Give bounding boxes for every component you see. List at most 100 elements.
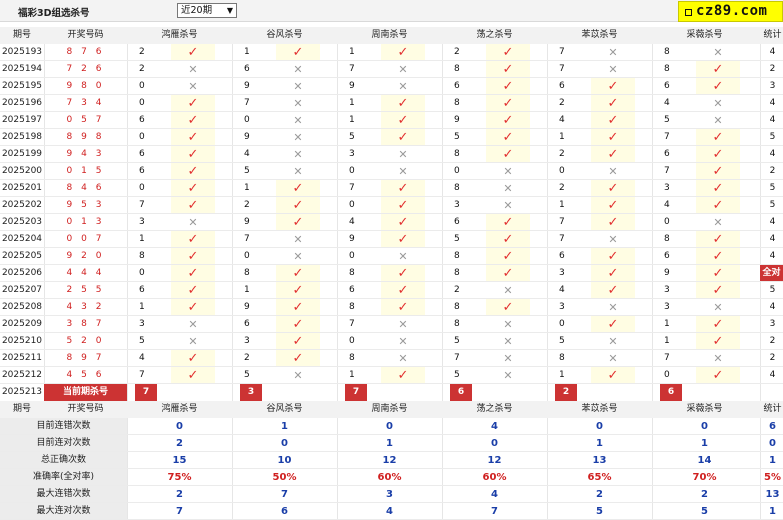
- cross-icon: ✕: [503, 199, 513, 212]
- table-row: 2025204 0 0 7 1 ✓ 7 ✕ 9 ✓ 5 ✓ 7 ✕ 8 ✓ 4: [0, 231, 783, 248]
- check-icon: ✓: [187, 198, 199, 213]
- check-icon: ✓: [607, 181, 619, 196]
- stats-value: 14: [697, 455, 712, 466]
- row-total: 5: [769, 132, 776, 142]
- table-row: 2025201 8 4 6 0 ✓ 1 ✓ 7 ✓ 8 ✕ 2 ✓ 3 ✓ 5: [0, 180, 783, 197]
- stats-total: 1: [769, 455, 776, 466]
- check-icon: ✓: [292, 283, 304, 298]
- check-icon: ✓: [607, 130, 619, 145]
- cross-icon: ✕: [293, 63, 303, 76]
- check-icon: ✓: [502, 300, 514, 315]
- stats-value: 12: [382, 455, 397, 466]
- period-select[interactable]: 近20期 ▼: [177, 3, 237, 18]
- table-row: 2025207 2 5 5 6 ✓ 1 ✓ 6 ✓ 2 ✕ 4 ✓ 3 ✓ 5: [0, 282, 783, 299]
- stats-value: 0: [701, 421, 708, 432]
- issue-number: 2025200: [1, 166, 43, 176]
- draw-number: 8 9 8: [66, 132, 105, 142]
- check-icon: ✓: [397, 368, 409, 383]
- current-period-row: 2025213 当前期杀号 7 3 7 6 2 6: [0, 384, 783, 401]
- draw-number: 8 9 7: [66, 353, 105, 363]
- check-icon: ✓: [292, 300, 304, 315]
- check-icon: ✓: [712, 164, 724, 179]
- table-row: 2025203 0 1 3 3 ✕ 9 ✓ 4 ✓ 6 ✓ 7 ✓ 0 ✕ 4: [0, 214, 783, 231]
- logo-square-icon: [685, 9, 692, 16]
- check-icon: ✓: [502, 62, 514, 77]
- stats-label: 最大连错次数: [0, 486, 127, 503]
- draw-number: 0 1 3: [66, 217, 105, 227]
- check-icon: ✓: [292, 198, 304, 213]
- stats-value: 0: [491, 438, 498, 449]
- cross-icon: ✕: [293, 97, 303, 110]
- draw-number: 5 2 0: [66, 336, 105, 346]
- check-icon: ✓: [502, 96, 514, 111]
- column-header-draw: 开奖号码: [67, 30, 104, 40]
- check-icon: ✓: [502, 232, 514, 247]
- table-row: 2025196 7 3 4 0 ✓ 7 ✕ 1 ✓ 8 ✓ 2 ✓ 4 ✕ 4: [0, 95, 783, 112]
- check-icon: ✓: [397, 232, 409, 247]
- cross-icon: ✕: [398, 63, 408, 76]
- site-logo[interactable]: cz89.com: [678, 1, 783, 22]
- column-header-method: 采薇杀号: [686, 404, 723, 414]
- issue-number: 2025203: [1, 217, 43, 227]
- draw-number: 9 8 0: [66, 81, 105, 91]
- stats-value: 60%: [377, 472, 402, 483]
- table-row: 2025199 9 4 3 6 ✓ 4 ✕ 3 ✕ 8 ✓ 2 ✓ 6 ✓ 4: [0, 146, 783, 163]
- issue-number: 2025196: [1, 98, 43, 108]
- check-icon: ✓: [292, 215, 304, 230]
- row-total: 4: [769, 370, 776, 380]
- column-header-total: 统计: [763, 404, 782, 414]
- stats-value: 4: [491, 489, 498, 500]
- check-icon: ✓: [397, 266, 409, 281]
- issue-number: 2025193: [1, 47, 43, 57]
- cross-icon: ✕: [608, 63, 618, 76]
- draw-number: 0 1 5: [66, 166, 105, 176]
- column-header-draw: 开奖号码: [67, 404, 104, 414]
- stats-value: 0: [281, 438, 288, 449]
- cross-icon: ✕: [503, 352, 513, 365]
- stats-value: 12: [487, 455, 502, 466]
- cross-icon: ✕: [188, 216, 198, 229]
- stats-value: 50%: [272, 472, 297, 483]
- check-icon: ✓: [712, 283, 724, 298]
- issue-number: 2025207: [1, 285, 43, 295]
- stats-value: 2: [176, 438, 183, 449]
- table-row: 2025200 0 1 5 6 ✓ 5 ✕ 0 ✕ 0 ✕ 0 ✕ 7 ✓ 2: [0, 163, 783, 180]
- column-header-method: 谷风杀号: [266, 404, 303, 414]
- issue-number: 2025195: [1, 81, 43, 91]
- cross-icon: ✕: [713, 114, 723, 127]
- check-icon: ✓: [187, 147, 199, 162]
- cross-icon: ✕: [188, 335, 198, 348]
- check-icon: ✓: [712, 62, 724, 77]
- cross-icon: ✕: [608, 352, 618, 365]
- check-icon: ✓: [292, 351, 304, 366]
- issue-number: 2025202: [1, 200, 43, 210]
- row-total: 4: [769, 251, 776, 261]
- stats-value: 75%: [167, 472, 192, 483]
- table-row: 2025202 9 5 3 7 ✓ 2 ✓ 0 ✓ 3 ✕ 1 ✓ 4 ✓ 5: [0, 197, 783, 214]
- issue-number: 2025197: [1, 115, 43, 125]
- column-header-method: 谷风杀号: [266, 30, 303, 40]
- stats-value: 1: [281, 421, 288, 432]
- row-total: 2: [769, 336, 776, 346]
- check-icon: ✓: [712, 198, 724, 213]
- cross-icon: ✕: [608, 233, 618, 246]
- check-icon: ✓: [187, 266, 199, 281]
- all-correct-badge: 全对: [760, 265, 783, 281]
- stats-total: 1: [769, 506, 776, 517]
- cross-icon: ✕: [608, 335, 618, 348]
- cross-icon: ✕: [503, 318, 513, 331]
- issue-number: 2025204: [1, 234, 43, 244]
- cross-icon: ✕: [293, 131, 303, 144]
- check-icon: ✓: [397, 181, 409, 196]
- check-icon: ✓: [607, 113, 619, 128]
- column-header-method: 周南杀号: [371, 404, 408, 414]
- cross-icon: ✕: [398, 352, 408, 365]
- cross-icon: ✕: [608, 301, 618, 314]
- check-icon: ✓: [712, 181, 724, 196]
- stats-row: 准确率(全对率) 75% 50% 60% 60% 65% 70% 5%: [0, 469, 783, 486]
- cross-icon: ✕: [398, 148, 408, 161]
- check-icon: ✓: [502, 215, 514, 230]
- check-icon: ✓: [607, 249, 619, 264]
- check-icon: ✓: [187, 351, 199, 366]
- column-header-issue: 期号: [12, 404, 31, 414]
